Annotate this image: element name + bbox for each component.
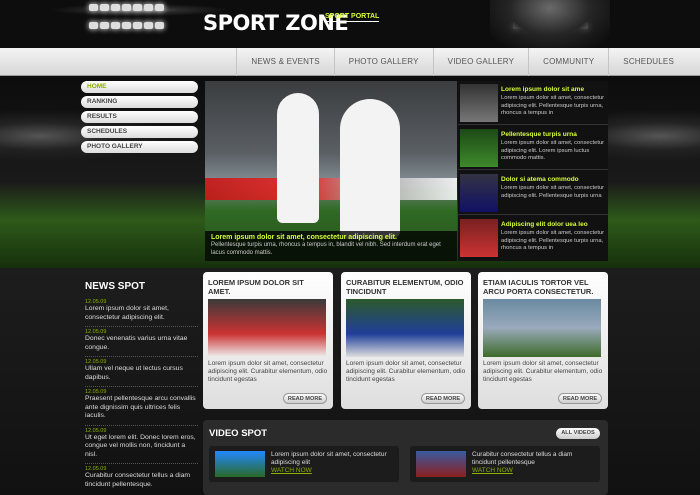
page: SPORT ZONE SPORT PORTAL NEWS & EVENTS PH… bbox=[0, 0, 700, 495]
thumb-title: Pellentesque turpis urna bbox=[501, 131, 577, 138]
watch-now-link[interactable]: WATCH NOW bbox=[271, 467, 396, 475]
nav-community[interactable]: COMMUNITY bbox=[528, 48, 608, 76]
feature-text: Pellentesque turpis urna, rhoncus a temp… bbox=[211, 242, 441, 256]
thumb-image bbox=[460, 84, 498, 122]
video-text: Lorem ipsum dolor sit amet, consectetur … bbox=[271, 451, 396, 475]
video-spot: VIDEO SPOT ALL VIDEOS Lorem ipsum dolor … bbox=[203, 420, 608, 495]
thumb-text: Lorem ipsum dolor sit amet, consectetur … bbox=[501, 230, 605, 251]
thumb-title: Dolor si atema commodo bbox=[501, 176, 579, 183]
video-thumbnail[interactable] bbox=[416, 451, 466, 477]
nav-photo-gallery[interactable]: PHOTO GALLERY bbox=[333, 48, 433, 76]
thumb-item[interactable]: Adipiscing elit dolor uea leo Lorem ipsu… bbox=[458, 216, 608, 260]
side-menu-results[interactable]: RESULTS bbox=[81, 111, 198, 123]
stadium-banner bbox=[205, 178, 457, 200]
video-description: Curabitur consectetur tellus a diam tinc… bbox=[472, 451, 573, 466]
side-menu-schedules[interactable]: SCHEDULES bbox=[81, 126, 198, 138]
news-item[interactable]: 12.05.09 Ullam vel neque ut lectus cursu… bbox=[85, 357, 198, 387]
watch-now-link[interactable]: WATCH NOW bbox=[472, 467, 597, 475]
news-item[interactable]: 12.05.09 Curabitur consectetur tellus a … bbox=[85, 464, 198, 493]
news-item[interactable]: 12.05.09 Donec venenatis varius urna vit… bbox=[85, 327, 198, 357]
header: SPORT ZONE SPORT PORTAL bbox=[0, 0, 700, 48]
card-title[interactable]: LOREM IPSUM DOLOR SIT AMET. bbox=[208, 278, 328, 296]
news-list: 12.05.09 Lorem ipsum dolor sit amet, con… bbox=[85, 297, 198, 493]
card-image[interactable] bbox=[346, 299, 464, 357]
all-videos-button[interactable]: ALL VIDEOS bbox=[556, 428, 600, 439]
stadium-lights-left bbox=[88, 0, 178, 44]
video-spot-title: VIDEO SPOT bbox=[209, 428, 268, 439]
card-text: Lorem ipsum dolor sit amet, consectetur … bbox=[483, 360, 603, 383]
thumb-title: Adipiscing elit dolor uea leo bbox=[501, 221, 588, 228]
player-figure bbox=[277, 93, 319, 223]
thumb-item[interactable]: Dolor si atema commodo Lorem ipsum dolor… bbox=[458, 171, 608, 215]
player-figure bbox=[340, 99, 400, 239]
thumb-item[interactable]: Pellentesque turpis urna Lorem ipsum dol… bbox=[458, 126, 608, 170]
news-spot-title: NEWS SPOT bbox=[85, 281, 146, 292]
video-item[interactable]: Curabitur consectetur tellus a diam tinc… bbox=[410, 446, 600, 482]
thumb-item[interactable]: Lorem ipsum dolor sit ame Lorem ipsum do… bbox=[458, 81, 608, 125]
feature-thumbnails: Lorem ipsum dolor sit ame Lorem ipsum do… bbox=[458, 81, 608, 261]
thumb-image bbox=[460, 219, 498, 257]
read-more-button[interactable]: READ MORE bbox=[283, 393, 327, 404]
news-item[interactable]: 12.05.09 Praesent pellentesque arcu conv… bbox=[85, 387, 198, 426]
feature-title[interactable]: Lorem ipsum dolor sit amet, consectetur … bbox=[211, 234, 451, 241]
news-text[interactable]: Donec venenatis varius urna vitae congue… bbox=[85, 335, 198, 352]
thumb-image bbox=[460, 129, 498, 167]
side-menu-home[interactable]: HOME bbox=[81, 81, 198, 93]
feature-caption: Lorem ipsum dolor sit amet, consectetur … bbox=[205, 231, 457, 261]
side-menu-ranking[interactable]: RANKING bbox=[81, 96, 198, 108]
thumb-text: Lorem ipsum dolor sit amet, consectetur … bbox=[501, 95, 605, 116]
video-text: Curabitur consectetur tellus a diam tinc… bbox=[472, 451, 597, 475]
article-card: CURABITUR ELEMENTUM, ODIO TINCIDUNT Lore… bbox=[341, 272, 471, 409]
card-title[interactable]: CURABITUR ELEMENTUM, ODIO TINCIDUNT bbox=[346, 278, 466, 296]
news-text[interactable]: Ullam vel neque ut lectus cursus dapibus… bbox=[85, 365, 198, 382]
logo-tagline: SPORT PORTAL bbox=[325, 13, 380, 22]
card-title[interactable]: ETIAM IACULIS TORTOR VEL ARCU PORTA CONS… bbox=[483, 278, 603, 296]
nav-schedules[interactable]: SCHEDULES bbox=[608, 48, 700, 76]
thumb-text: Lorem ipsum dolor sit amet, consectetur … bbox=[501, 185, 605, 199]
read-more-button[interactable]: READ MORE bbox=[421, 393, 465, 404]
news-text[interactable]: Ut eget lorem elit. Donec lorem eros, co… bbox=[85, 434, 198, 460]
news-item[interactable]: 12.05.09 Ut eget lorem elit. Donec lorem… bbox=[85, 426, 198, 464]
card-text: Lorem ipsum dolor sit amet, consectetur … bbox=[346, 360, 466, 383]
thumb-text: Lorem ipsum dolor sit amet, consectetur … bbox=[501, 140, 605, 161]
nav-news-events[interactable]: NEWS & EVENTS bbox=[236, 48, 333, 76]
video-item[interactable]: Lorem ipsum dolor sit amet, consectetur … bbox=[209, 446, 399, 482]
card-text: Lorem ipsum dolor sit amet, consectetur … bbox=[208, 360, 328, 383]
news-text[interactable]: Lorem ipsum dolor sit amet, consectetur … bbox=[85, 305, 198, 322]
side-menu: HOME RANKING RESULTS SCHEDULES PHOTO GAL… bbox=[81, 81, 198, 156]
stadium-lights-right bbox=[512, 0, 602, 44]
main-nav: NEWS & EVENTS PHOTO GALLERY VIDEO GALLER… bbox=[0, 48, 700, 76]
news-item[interactable]: 12.05.09 Lorem ipsum dolor sit amet, con… bbox=[85, 297, 198, 327]
video-thumbnail[interactable] bbox=[215, 451, 265, 477]
thumb-title: Lorem ipsum dolor sit ame bbox=[501, 86, 585, 93]
feature-slide[interactable]: Lorem ipsum dolor sit amet, consectetur … bbox=[205, 81, 457, 261]
video-description: Lorem ipsum dolor sit amet, consectetur … bbox=[271, 451, 387, 466]
news-text[interactable]: Praesent pellentesque arcu convallis ant… bbox=[85, 395, 198, 421]
news-text[interactable]: Curabitur consectetur tellus a diam tinc… bbox=[85, 472, 198, 489]
card-image[interactable] bbox=[208, 299, 326, 357]
card-image[interactable] bbox=[483, 299, 601, 357]
thumb-image bbox=[460, 174, 498, 212]
article-card: LOREM IPSUM DOLOR SIT AMET. Lorem ipsum … bbox=[203, 272, 333, 409]
read-more-button[interactable]: READ MORE bbox=[558, 393, 602, 404]
article-card: ETIAM IACULIS TORTOR VEL ARCU PORTA CONS… bbox=[478, 272, 608, 409]
nav-video-gallery[interactable]: VIDEO GALLERY bbox=[432, 48, 528, 76]
side-menu-photo-gallery[interactable]: PHOTO GALLERY bbox=[81, 141, 198, 153]
